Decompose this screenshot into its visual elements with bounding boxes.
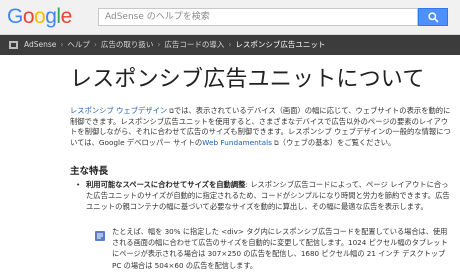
top-bar: Google [0, 0, 460, 35]
breadcrumb: AdSense › ヘルプ › 広告の取り扱い › 広告コードの導入 › レスポンシブ広告ユニッ… [0, 35, 460, 55]
adsense-icon [9, 41, 18, 49]
logo-letter: G [7, 5, 23, 28]
breadcrumb-separator: › [228, 40, 232, 49]
breadcrumb-help[interactable]: ヘルプ [67, 40, 90, 49]
google-logo[interactable]: Google [7, 5, 72, 29]
breadcrumb-separator: › [157, 40, 161, 49]
logo-letter: o [22, 5, 35, 28]
breadcrumb-ad-code[interactable]: 広告コードの導入 [164, 40, 224, 49]
external-link-icon: ⧉ [271, 138, 279, 147]
example-note: たとえば、幅を 30% に指定した <div> タグ内にレスポンシブ広告コードを… [112, 227, 448, 270]
logo-letter: o [34, 5, 46, 28]
breadcrumb-ad-handling[interactable]: 広告の取り扱い [101, 40, 154, 49]
external-link-icon: ⧉ [167, 107, 174, 115]
web-fundamentals-link[interactable]: Web Fundamentals [202, 138, 272, 147]
breadcrumb-separator: › [93, 40, 97, 49]
features-heading: 主な特長 [70, 166, 109, 177]
logo-letter: e [60, 5, 73, 28]
search-icon [428, 12, 439, 23]
list-item: 利用可能なスペースに合わせてサイズを自動調整: レスポンシブ広告コードによって、… [76, 180, 454, 212]
page-title: レスポンシブ広告ユニットについて [70, 67, 425, 92]
intro-paragraph: レスポンシブ ウェブデザイン ⧉では、表示されているデバイス（画面）の幅に応じて… [70, 106, 452, 148]
breadcrumb-current: レスポンシブ広告ユニット [235, 40, 326, 49]
feature-title: 利用可能なスペースに合わせてサイズを自動調整 [86, 180, 246, 189]
breadcrumb-adsense[interactable]: AdSense [24, 40, 56, 49]
feature-list: 利用可能なスペースに合わせてサイズを自動調整: レスポンシブ広告コードによって、… [76, 180, 454, 212]
intro-text-end: （ウェブの基本）をご覧ください。 [278, 137, 396, 147]
search-input[interactable] [98, 8, 418, 26]
responsive-web-design-link[interactable]: レスポンシブ ウェブデザイン [70, 106, 167, 115]
logo-letter: g [45, 5, 57, 28]
breadcrumb-separator: › [60, 40, 64, 49]
search-button[interactable] [418, 8, 448, 26]
